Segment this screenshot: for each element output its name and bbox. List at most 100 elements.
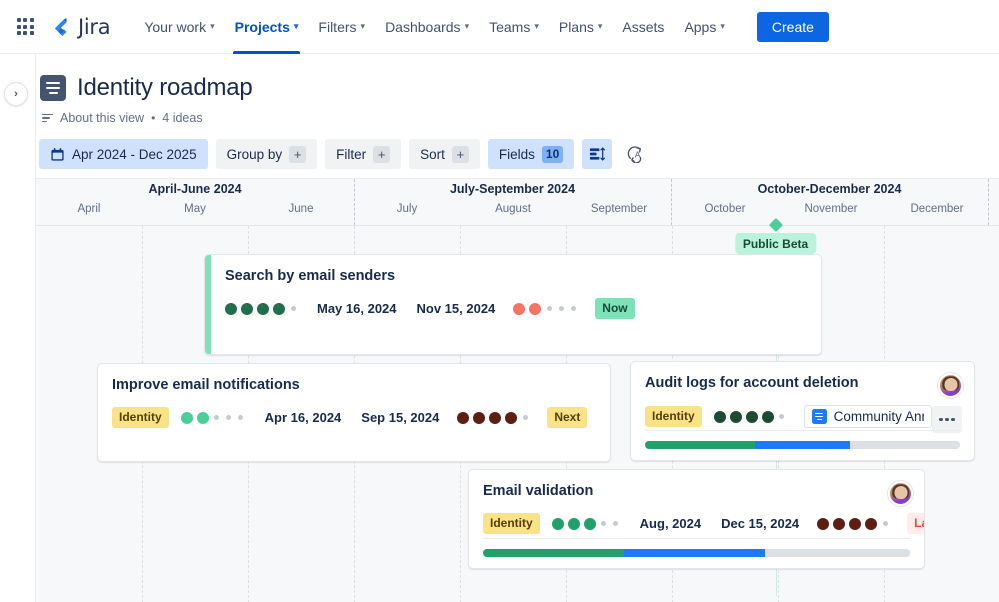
calendar-icon [51, 147, 64, 161]
jira-home-link[interactable]: Jira [50, 14, 111, 39]
rating-dots-left[interactable] [551, 517, 620, 530]
rating-dots-right[interactable] [817, 517, 889, 530]
chevron-down-icon: ▾ [210, 21, 215, 31]
expand-sidebar-button[interactable]: › [4, 82, 28, 106]
dot-filled [713, 410, 726, 423]
list-view-icon [589, 147, 605, 161]
roadmap-card-improve-email-notifications[interactable]: Improve email notifications Identity Apr… [97, 363, 611, 462]
project-tag-badge[interactable]: Identity [483, 513, 540, 534]
card-progress [483, 538, 910, 557]
dot-filled [473, 411, 486, 424]
dot-filled [273, 302, 285, 315]
roadmap-card-search-by-email-senders[interactable]: Search by email senders May 16, 2024 Nov… [204, 254, 822, 355]
progress-segment-in-progress [623, 549, 765, 557]
month-label: April [77, 203, 101, 215]
filter-label: Filter [336, 146, 367, 162]
dot-filled [457, 411, 470, 424]
rating-dots-left[interactable] [713, 410, 786, 423]
card-end-date[interactable]: Nov 15, 2024 [417, 301, 496, 316]
dot-filled [505, 411, 518, 424]
avatar-face [893, 486, 908, 500]
fields-count-badge: 10 [541, 145, 564, 163]
month-label: November [804, 203, 858, 215]
create-button[interactable]: Create [756, 11, 829, 42]
top-navigation-bar: Jira Your work ▾ Projects ▾ Filters ▾ Da… [0, 0, 999, 54]
fields-label: Fields [498, 146, 535, 162]
dot-filled [833, 517, 846, 530]
app-switcher-icon[interactable] [12, 14, 38, 40]
card-start-date[interactable]: Apr 16, 2024 [265, 410, 342, 425]
nav-item-filters[interactable]: Filters ▾ [308, 0, 375, 54]
card-meta-row: May 16, 2024 Nov 15, 2024 Now [225, 298, 807, 319]
nav-item-projects[interactable]: Projects ▾ [225, 0, 309, 54]
progress-divider [483, 538, 910, 539]
roadmap-card-email-validation[interactable]: Email validation Identity Aug, 2024 Dec … [468, 469, 925, 569]
card-title: Email validation [483, 483, 594, 499]
chevron-down-icon: ▾ [464, 21, 470, 31]
status-badge[interactable]: Next [547, 407, 588, 428]
sort-button[interactable]: Sort + [409, 139, 480, 169]
nav-label: Teams [489, 18, 531, 35]
dot-filled [761, 410, 774, 423]
dot-empty [613, 521, 619, 526]
quarter-row: April-June 2024 July-September 2024 Octo… [36, 179, 999, 225]
dot-empty [601, 521, 607, 526]
nav-item-your-work[interactable]: Your work ▾ [134, 0, 224, 54]
auto-arrange-button[interactable]: A [620, 139, 650, 169]
assignee-avatar[interactable] [888, 481, 913, 506]
status-badge[interactable]: Later [907, 513, 924, 534]
roadmap-timeline: April-June 2024 July-September 2024 Octo… [36, 178, 999, 602]
view-settings-button[interactable] [582, 139, 613, 169]
chevron-down-icon: ▾ [293, 21, 299, 31]
card-title: Audit logs for account deletion [645, 375, 859, 391]
group-by-button[interactable]: Group by + [215, 139, 318, 169]
nav-item-dashboards[interactable]: Dashboards ▾ [375, 0, 479, 54]
status-badge[interactable]: Now [595, 298, 635, 319]
project-tag-badge[interactable]: Identity [645, 406, 702, 427]
rating-dots-left[interactable] [225, 302, 297, 315]
avatar-face [943, 378, 958, 392]
month-label: June [288, 203, 314, 215]
rating-dots-left[interactable] [180, 411, 245, 424]
nav-item-assets[interactable]: Assets [612, 0, 674, 54]
page-subheader: About this view • 4 ideas [36, 102, 999, 125]
page-title: Identity roadmap [77, 74, 253, 101]
nav-item-apps[interactable]: Apps ▾ [674, 0, 734, 54]
dot-filled [513, 302, 526, 315]
card-start-date[interactable]: Aug, 2024 [640, 516, 701, 531]
separator-dot: • [151, 111, 156, 125]
assignee-avatar[interactable] [938, 373, 963, 398]
dot-empty [882, 521, 888, 526]
date-range-button[interactable]: Apr 2024 - Dec 2025 [39, 139, 208, 169]
dot-filled [196, 411, 209, 424]
dot-empty [570, 306, 576, 311]
progress-segment-done [645, 441, 756, 449]
card-end-date[interactable]: Sep 15, 2024 [361, 410, 439, 425]
brand-name: Jira [78, 14, 111, 39]
nav-item-plans[interactable]: Plans ▾ [549, 0, 613, 54]
nav-item-teams[interactable]: Teams ▾ [479, 0, 549, 54]
dot-filled [583, 517, 596, 530]
card-meta-row: Identity Community Announ [645, 405, 960, 428]
fields-button[interactable]: Fields 10 [487, 139, 575, 169]
progress-segment-todo [764, 549, 910, 557]
linked-field-pill[interactable]: Community Announ [803, 405, 932, 428]
card-start-date[interactable]: May 16, 2024 [317, 301, 397, 316]
about-this-view-link[interactable]: About this view [60, 111, 144, 125]
card-more-actions-button[interactable] [932, 406, 962, 433]
document-blue-icon [811, 409, 827, 424]
project-tag-badge[interactable]: Identity [112, 407, 169, 428]
dot-filled [817, 517, 830, 530]
card-end-date[interactable]: Dec 15, 2024 [721, 516, 799, 531]
filter-button[interactable]: Filter + [325, 139, 402, 169]
document-list-icon [40, 75, 66, 101]
dot-filled [567, 517, 580, 530]
dot-filled [180, 411, 193, 424]
rating-dots-right[interactable] [457, 411, 529, 424]
dot-filled [241, 302, 253, 315]
view-toolbar: Apr 2024 - Dec 2025 Group by + Filter + … [36, 125, 999, 169]
dot-empty [546, 306, 552, 311]
dot-empty [238, 415, 244, 420]
rating-dots-right[interactable] [513, 302, 577, 315]
roadmap-card-audit-logs-for-account-deletion[interactable]: Audit logs for account deletion Identity… [630, 361, 975, 461]
